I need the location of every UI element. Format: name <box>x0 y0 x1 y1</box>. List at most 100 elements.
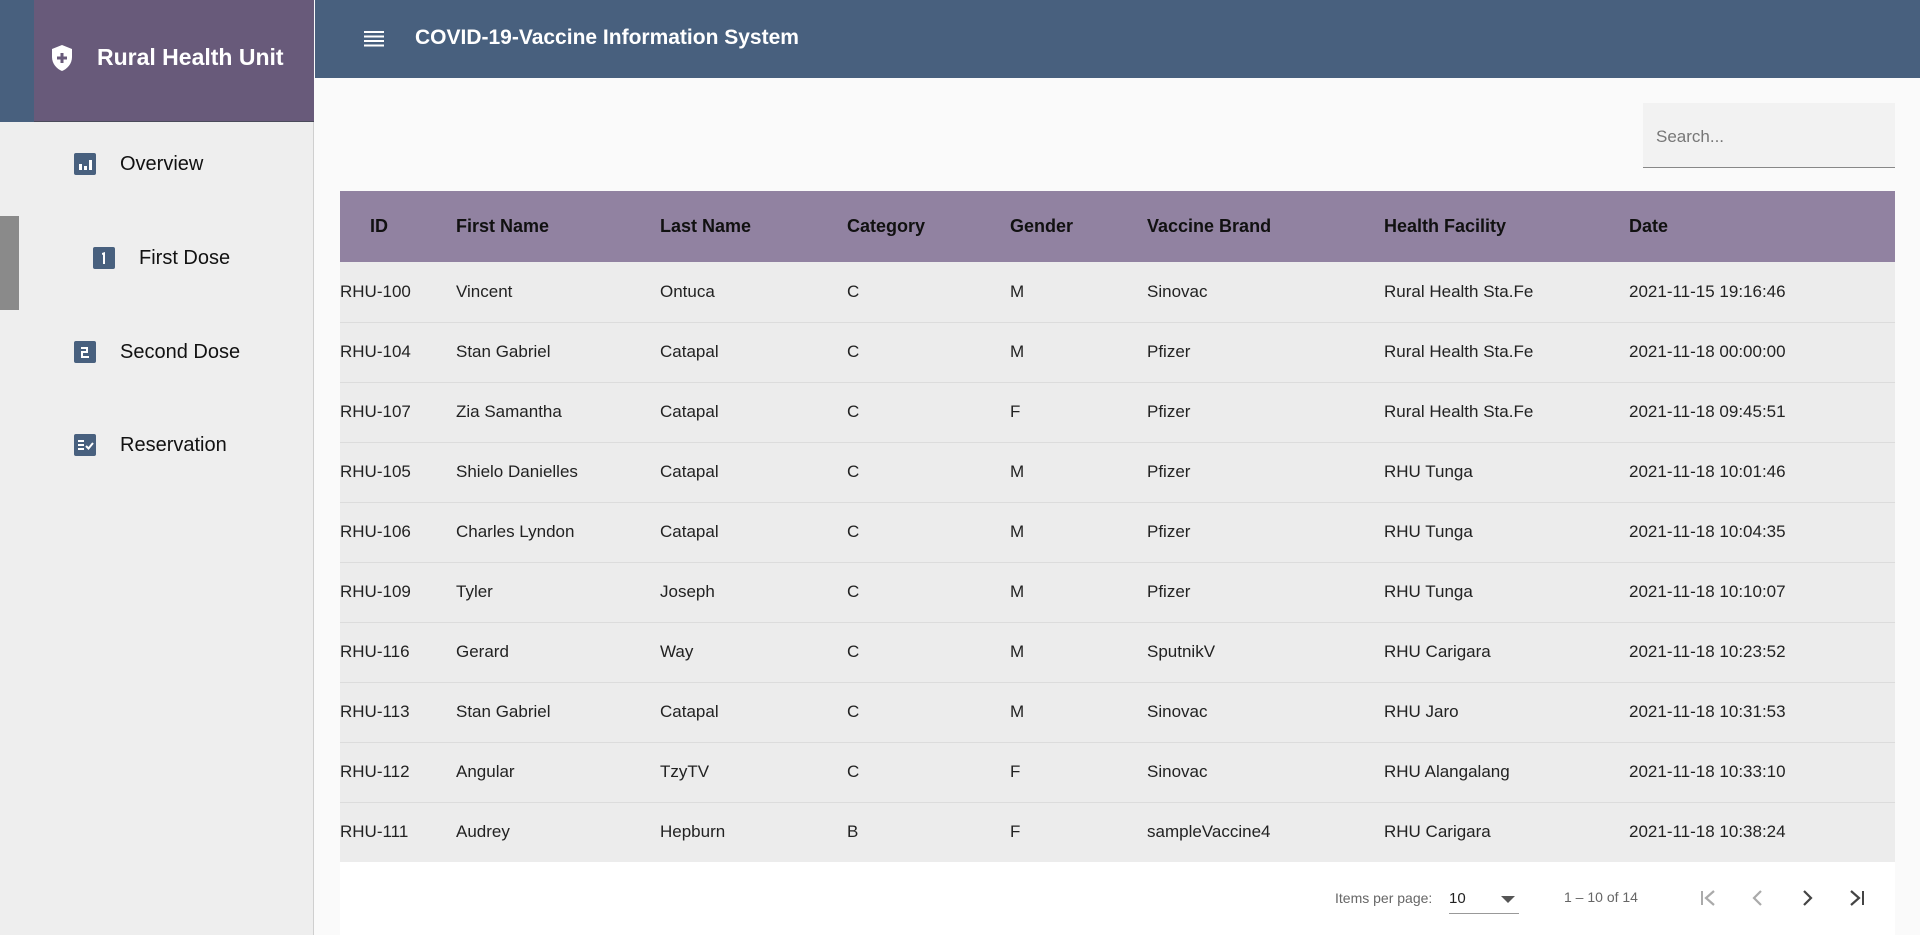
table-row[interactable]: RHU-106 Charles Lyndon Catapal C M Pfize… <box>340 502 1895 562</box>
table-row[interactable]: RHU-105 Shielo Danielles Catapal C M Pfi… <box>340 442 1895 502</box>
column-header-health-facility[interactable]: Health Facility <box>1384 191 1629 262</box>
cell-gender: F <box>1010 762 1021 781</box>
cell-id: RHU-112 <box>340 762 410 781</box>
cell-category: C <box>847 582 860 601</box>
brand-title: Rural Health Unit <box>97 44 284 70</box>
items-per-page-select[interactable]: 10 <box>1449 884 1519 914</box>
shield-plus-icon <box>52 45 72 71</box>
cell-health-facility: RHU Alangalang <box>1384 762 1510 781</box>
cell-date: 2021-11-18 10:04:35 <box>1629 522 1786 541</box>
column-header-id[interactable]: ID <box>340 191 456 262</box>
cell-last-name: Catapal <box>660 522 719 541</box>
cell-date: 2021-11-18 10:01:46 <box>1629 462 1786 481</box>
cell-id: RHU-104 <box>340 342 411 361</box>
cell-category: C <box>847 462 860 481</box>
cell-category: C <box>847 642 860 661</box>
column-header-vaccine-brand[interactable]: Vaccine Brand <box>1147 191 1384 262</box>
top-bar: COVID-19-Vaccine Information System <box>315 0 1920 78</box>
cell-category: C <box>847 402 860 421</box>
cell-last-name: Way <box>660 642 694 661</box>
cell-first-name: Shielo Danielles <box>456 462 578 481</box>
sidebar-item-second-dose[interactable]: Second Dose <box>73 340 240 364</box>
table-row[interactable]: RHU-104 Stan Gabriel Catapal C M Pfizer … <box>340 322 1895 382</box>
cell-first-name: Zia Samantha <box>456 402 562 421</box>
cell-health-facility: Rural Health Sta.Fe <box>1384 281 1534 301</box>
cell-vaccine-brand: Pfizer <box>1147 342 1191 361</box>
column-header-date[interactable]: Date <box>1629 191 1895 262</box>
first-page-icon <box>1701 890 1715 906</box>
sidebar-item-overview[interactable]: Overview <box>73 152 203 176</box>
sidebar: Rural Health Unit Overview First Dose Se… <box>0 0 314 935</box>
cell-id: RHU-105 <box>340 462 411 481</box>
sidebar-scroll-handle[interactable] <box>0 216 19 310</box>
cell-category: C <box>847 342 860 361</box>
chevron-down-icon <box>1501 896 1515 903</box>
cell-health-facility: Rural Health Sta.Fe <box>1384 402 1534 421</box>
search-input[interactable] <box>1656 125 1881 149</box>
cell-gender: F <box>1010 822 1021 841</box>
cell-health-facility: Rural Health Sta.Fe <box>1384 342 1534 361</box>
cell-first-name: Audrey <box>456 822 510 841</box>
cell-gender: M <box>1010 342 1025 361</box>
cell-date: 2021-11-18 00:00:00 <box>1629 342 1786 361</box>
cell-health-facility: RHU Carigara <box>1384 642 1491 661</box>
cell-gender: M <box>1010 462 1025 481</box>
table-row[interactable]: RHU-109 Tyler Joseph C M Pfizer RHU Tung… <box>340 562 1895 622</box>
cell-date: 2021-11-18 10:33:10 <box>1629 762 1786 781</box>
table-row[interactable]: RHU-116 Gerard Way C M SputnikV RHU Cari… <box>340 622 1895 682</box>
next-page-button[interactable] <box>1792 883 1822 913</box>
cell-first-name: Tyler <box>456 582 493 601</box>
cell-date: 2021-11-15 19:16:46 <box>1629 281 1786 301</box>
chevron-left-icon <box>1752 890 1762 906</box>
cell-gender: M <box>1010 582 1025 601</box>
cell-health-facility: RHU Tunga <box>1384 462 1473 481</box>
cell-date: 2021-11-18 10:23:52 <box>1629 642 1786 661</box>
table-row[interactable]: RHU-113 Stan Gabriel Catapal C M Sinovac… <box>340 682 1895 742</box>
cell-first-name: Stan Gabriel <box>456 342 551 361</box>
cell-id: RHU-111 <box>340 822 409 841</box>
table-row[interactable]: RHU-111 Audrey Hepburn B F sampleVaccine… <box>340 802 1895 862</box>
cell-vaccine-brand: Sinovac <box>1147 762 1208 781</box>
table-header-row: ID First Name Last Name Category Gender … <box>340 191 1895 262</box>
cell-id: RHU-100 <box>340 281 411 301</box>
column-header-first-name[interactable]: First Name <box>456 191 660 262</box>
cell-first-name: Vincent <box>456 281 513 301</box>
cell-category: C <box>847 281 860 301</box>
chart-icon <box>74 153 96 175</box>
sidebar-item-label: Reservation <box>120 433 227 456</box>
cell-id: RHU-113 <box>340 702 410 721</box>
cell-id: RHU-116 <box>340 642 410 661</box>
previous-page-button[interactable] <box>1743 883 1773 913</box>
cell-category: C <box>847 762 860 781</box>
cell-date: 2021-11-18 10:31:53 <box>1629 702 1786 721</box>
table-row[interactable]: RHU-112 Angular TzyTV C F Sinovac RHU Al… <box>340 742 1895 802</box>
sidebar-item-reservation[interactable]: Reservation <box>73 433 227 457</box>
sidebar-item-first-dose[interactable]: First Dose <box>92 246 230 270</box>
cell-date: 2021-11-18 09:45:51 <box>1629 402 1786 421</box>
page-range-label: 1 – 10 of 14 <box>1564 889 1638 905</box>
cell-gender: M <box>1010 702 1025 721</box>
cell-vaccine-brand: Pfizer <box>1147 402 1191 421</box>
cell-gender: M <box>1010 522 1025 541</box>
first-page-button[interactable] <box>1693 883 1723 913</box>
number-two-icon <box>74 341 96 363</box>
last-page-button[interactable] <box>1842 883 1872 913</box>
brand-panel: Rural Health Unit <box>0 0 314 122</box>
cell-last-name: TzyTV <box>660 762 710 781</box>
column-header-category[interactable]: Category <box>847 191 1010 262</box>
last-page-icon <box>1850 890 1864 906</box>
cell-first-name: Charles Lyndon <box>456 522 575 541</box>
cell-last-name: Ontuca <box>660 281 715 301</box>
table-row[interactable]: RHU-107 Zia Samantha Catapal C F Pfizer … <box>340 382 1895 442</box>
menu-icon[interactable] <box>362 28 388 50</box>
cell-health-facility: RHU Tunga <box>1384 522 1473 541</box>
records-table: ID First Name Last Name Category Gender … <box>340 191 1895 863</box>
cell-last-name: Joseph <box>660 582 715 601</box>
items-per-page-value: 10 <box>1449 890 1466 907</box>
cell-health-facility: RHU Tunga <box>1384 582 1473 601</box>
checklist-icon <box>74 434 96 456</box>
table-row[interactable]: RHU-100 Vincent Ontuca C M Sinovac Rural… <box>340 262 1895 322</box>
cell-vaccine-brand: Pfizer <box>1147 462 1191 481</box>
column-header-gender[interactable]: Gender <box>1010 191 1147 262</box>
column-header-last-name[interactable]: Last Name <box>660 191 847 262</box>
